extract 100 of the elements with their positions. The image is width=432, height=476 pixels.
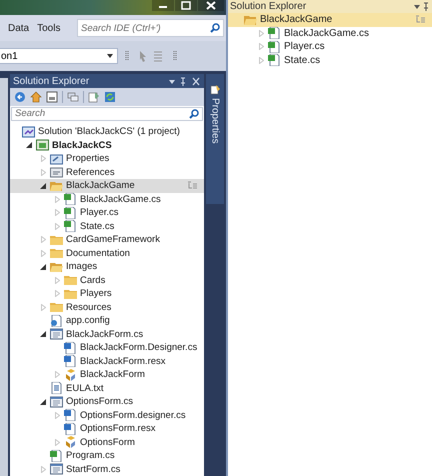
- tree-item-label: Players: [80, 288, 112, 300]
- tree-item-label: Solution 'BlackJackCS' (1 project): [38, 126, 180, 138]
- tree-item-label: BlackJackGame: [260, 14, 332, 26]
- properties-tab[interactable]: Properties: [206, 74, 224, 204]
- tree-item[interactable]: BlackJackGame: [228, 13, 432, 26]
- expanded-arrow-icon[interactable]: [40, 331, 46, 338]
- collapsed-arrow-icon[interactable]: [54, 371, 60, 378]
- expanded-arrow-icon[interactable]: [40, 264, 46, 270]
- tree-item[interactable]: Images: [10, 260, 204, 274]
- code-file-icon: [64, 355, 77, 368]
- tree-item-label: Resources: [66, 302, 112, 313]
- search-icon: [189, 108, 199, 119]
- expanded-arrow-icon[interactable]: [40, 398, 46, 405]
- tree-item[interactable]: BlackJackForm.cs: [10, 328, 204, 341]
- tree-item[interactable]: BlackJackForm: [10, 368, 204, 382]
- expanded-arrow-icon[interactable]: [26, 142, 32, 148]
- tree-item-label: Documentation: [66, 248, 130, 259]
- tree-item-label: Player.cs: [284, 41, 325, 52]
- tree-item[interactable]: Player.cs: [228, 40, 432, 54]
- tree-item[interactable]: EULA.txt: [10, 382, 204, 395]
- solution-icon: [22, 126, 35, 138]
- back-icon[interactable]: [14, 91, 26, 103]
- config-file-icon: [50, 314, 63, 327]
- panel-title: Solution Explorer: [230, 1, 306, 12]
- maximize-icon[interactable]: [175, 0, 197, 11]
- properties-window-icon: [210, 84, 220, 95]
- tree-item-label: StartForm.cs: [66, 464, 120, 475]
- panel-title: Solution Explorer: [13, 76, 90, 87]
- tree-item[interactable]: BlackJackGame: [10, 179, 204, 192]
- tree-item-label: OptionsForm.resx: [80, 423, 156, 434]
- tree-item-label: OptionsForm.designer.cs: [80, 410, 186, 421]
- tree-item[interactable]: References: [10, 166, 204, 179]
- tree-item-label: BlackJackGame: [66, 180, 135, 192]
- search-field[interactable]: Search: [11, 106, 203, 121]
- tree-item[interactable]: Solution 'BlackJackCS' (1 project): [10, 125, 204, 138]
- close-icon[interactable]: [198, 0, 224, 11]
- tree-item-label: EULA.txt: [66, 382, 104, 394]
- tree-item[interactable]: Program.cs: [10, 449, 204, 462]
- tree-item[interactable]: State.cs: [228, 54, 432, 67]
- tree-item[interactable]: Documentation: [10, 246, 204, 260]
- menu-item[interactable]: Data: [8, 22, 30, 34]
- code-file-icon: [64, 220, 77, 232]
- open-folder-icon: [50, 180, 63, 192]
- tree-item[interactable]: OptionsForm.cs: [10, 395, 204, 408]
- tree-item[interactable]: Cards: [10, 274, 204, 287]
- tree-item[interactable]: Properties: [10, 152, 204, 166]
- tree-item[interactable]: Players: [10, 287, 204, 300]
- tree-item[interactable]: Player.cs: [10, 206, 204, 220]
- tree-item[interactable]: CardGameFramework: [10, 233, 204, 246]
- tree-item[interactable]: BlackJackForm.resx: [10, 354, 204, 368]
- home-icon[interactable]: [30, 91, 42, 103]
- folder-icon: [50, 301, 63, 314]
- tree-item[interactable]: BlackJackForm.Designer.cs: [10, 341, 204, 354]
- tree-item[interactable]: app.config: [10, 314, 204, 328]
- refresh-icon[interactable]: [104, 91, 116, 103]
- tree-item-label: OptionsForm.cs: [66, 396, 134, 408]
- panel-controls-icon[interactable]: [413, 2, 429, 11]
- collapsed-arrow-icon[interactable]: [54, 412, 60, 419]
- references-icon: [50, 166, 63, 178]
- properties-icon[interactable]: [88, 91, 100, 103]
- tree-item[interactable]: Resources: [10, 300, 204, 314]
- panel-controls-icon[interactable]: [167, 76, 201, 86]
- collapsed-arrow-icon[interactable]: [40, 304, 46, 311]
- text-file-icon: [50, 382, 63, 394]
- tree-item[interactable]: BlackJackCS: [10, 138, 204, 152]
- tree-item-label: State.cs: [80, 220, 114, 232]
- search-icon: [210, 23, 220, 33]
- tree-item-label: app.config: [66, 315, 110, 326]
- search-field[interactable]: Search IDE (Ctrl+'): [77, 19, 224, 37]
- tree-item-label: BlackJackForm.Designer.cs: [80, 342, 198, 354]
- configuration-dropdown[interactable]: on1: [0, 48, 118, 64]
- code-file-icon: [64, 342, 77, 354]
- minimize-icon[interactable]: [152, 0, 174, 11]
- folder-icon: [64, 274, 77, 286]
- sync-icon[interactable]: [67, 91, 79, 103]
- tree-item[interactable]: OptionsForm.resx: [10, 422, 204, 436]
- class-icon: [64, 436, 77, 448]
- collapsed-arrow-icon[interactable]: [40, 466, 46, 473]
- tree-item[interactable]: BlackJackGame.cs: [228, 26, 432, 40]
- expanded-arrow-icon[interactable]: [40, 182, 46, 189]
- menu-item[interactable]: Tools: [37, 22, 60, 34]
- tree-item-label: BlackJackForm: [80, 369, 145, 380]
- tree-item[interactable]: State.cs: [10, 220, 204, 233]
- collapsed-arrow-icon[interactable]: [54, 438, 60, 446]
- open-folder-icon: [50, 260, 63, 273]
- tree-item-label: BlackJackCS: [52, 140, 112, 151]
- tree-item[interactable]: StartForm.cs: [10, 462, 204, 476]
- tree-item-label: CardGameFramework: [66, 234, 160, 246]
- form-icon: [50, 328, 63, 340]
- tree-item-label: OptionsForm: [80, 436, 135, 448]
- tree-item[interactable]: BlackJackGame.cs: [10, 192, 204, 206]
- code-file-icon: [64, 422, 77, 435]
- code-file-icon: [50, 450, 63, 462]
- form-icon: [50, 463, 63, 476]
- window-icon[interactable]: [46, 91, 58, 103]
- tree-item-label: Player.cs: [80, 207, 119, 218]
- tree-item[interactable]: OptionsForm: [10, 436, 204, 449]
- scope-icon[interactable]: [187, 181, 198, 190]
- tree-item-label: Program.cs: [66, 450, 115, 462]
- tree-item[interactable]: OptionsForm.designer.cs: [10, 408, 204, 422]
